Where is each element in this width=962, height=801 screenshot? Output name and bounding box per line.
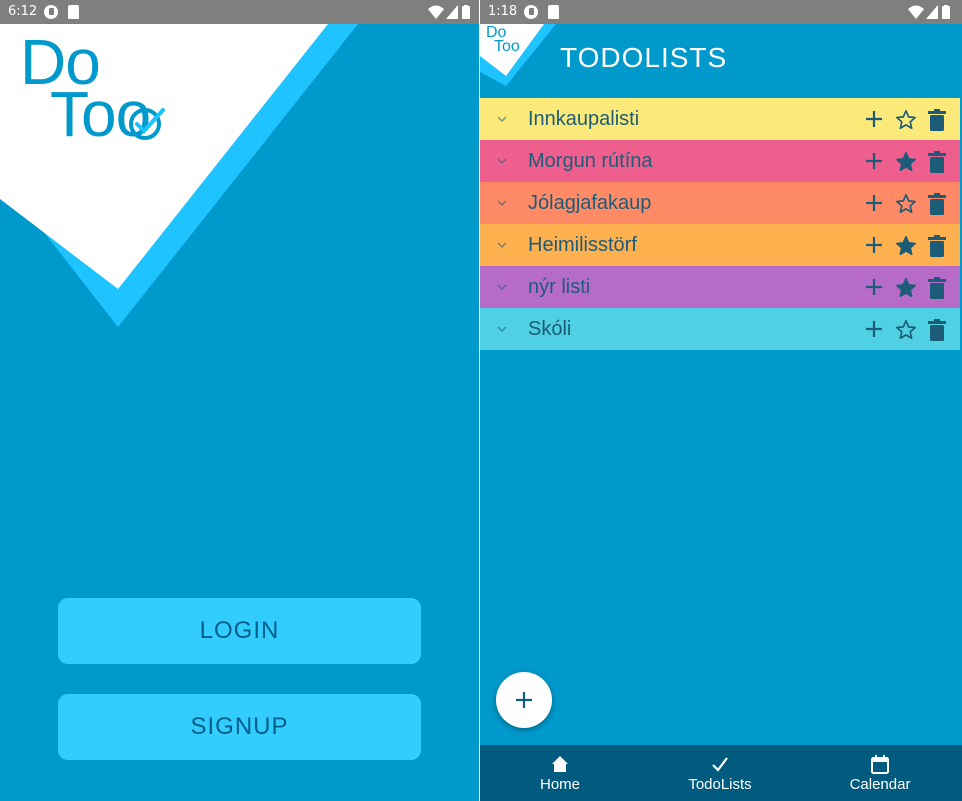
todo-list-name: Morgun rútína xyxy=(528,150,653,172)
nav-home[interactable]: Home xyxy=(480,745,640,801)
logo-check-icon xyxy=(129,108,165,140)
nav-calendar-label: Calendar xyxy=(849,776,911,793)
status-time: 1:18 xyxy=(488,4,518,19)
home-icon xyxy=(552,756,568,772)
app-header: Do Too TODOLISTS xyxy=(480,24,962,98)
add-item-icon[interactable] xyxy=(864,235,884,255)
todo-list-row[interactable]: Skóli xyxy=(480,308,960,350)
page-title: TODOLISTS xyxy=(560,42,728,73)
chevron-down-icon[interactable] xyxy=(492,235,512,255)
nav-calendar[interactable]: Calendar xyxy=(800,745,960,801)
todo-list-row[interactable]: nýr listi xyxy=(480,266,960,308)
trash-icon[interactable] xyxy=(928,319,946,341)
star-filled-icon[interactable] xyxy=(895,235,917,257)
plus-icon xyxy=(516,692,532,708)
battery-icon xyxy=(942,5,950,19)
chevron-down-icon[interactable] xyxy=(492,193,512,213)
login-button[interactable]: LOGIN xyxy=(58,598,421,664)
sd-card-icon xyxy=(68,5,79,19)
signal-icon xyxy=(446,5,458,19)
todo-list-row[interactable]: Morgun rútína xyxy=(480,140,960,182)
todo-list-name: Heimilisstörf xyxy=(528,234,637,256)
battery-icon xyxy=(462,5,470,19)
trash-icon[interactable] xyxy=(928,109,946,131)
notification-icon xyxy=(44,5,58,19)
login-screen: 6:12 Do Too LOGIN SIGNUP xyxy=(0,0,479,801)
bottom-nav: Home TodoLists Calendar xyxy=(480,745,962,801)
chevron-down-icon[interactable] xyxy=(492,151,512,171)
signal-icon xyxy=(926,5,938,19)
notification-icon xyxy=(524,5,538,19)
star-outline-icon[interactable] xyxy=(895,193,917,215)
todo-list: Innkaupalisti Morgun rútína Jólagjafakaup H… xyxy=(480,98,960,350)
signup-button[interactable]: SIGNUP xyxy=(58,694,421,760)
todo-list-row[interactable]: Heimilisstörf xyxy=(480,224,960,266)
mini-logo: Do Too xyxy=(486,25,520,55)
wifi-icon xyxy=(428,5,444,19)
todo-list-name: nýr listi xyxy=(528,276,591,298)
add-list-button[interactable] xyxy=(496,672,552,728)
sd-card-icon xyxy=(548,5,559,19)
todo-list-name: Skóli xyxy=(528,318,572,340)
star-outline-icon[interactable] xyxy=(895,319,917,341)
add-item-icon[interactable] xyxy=(864,193,884,213)
status-bar: 6:12 xyxy=(0,0,479,24)
chevron-down-icon[interactable] xyxy=(492,109,512,129)
add-item-icon[interactable] xyxy=(864,277,884,297)
nav-todolists[interactable]: TodoLists xyxy=(640,745,800,801)
todo-list-name: Innkaupalisti xyxy=(528,108,640,130)
trash-icon[interactable] xyxy=(928,151,946,173)
add-item-icon[interactable] xyxy=(864,319,884,339)
add-item-icon[interactable] xyxy=(864,151,884,171)
calendar-icon xyxy=(871,755,889,774)
trash-icon[interactable] xyxy=(928,193,946,215)
wifi-icon xyxy=(908,5,924,19)
nav-todolists-label: TodoLists xyxy=(688,776,752,793)
star-filled-icon[interactable] xyxy=(895,151,917,173)
add-item-icon[interactable] xyxy=(864,109,884,129)
trash-icon[interactable] xyxy=(928,235,946,257)
mini-logo-line-too: Too xyxy=(494,38,520,55)
check-icon xyxy=(712,757,728,772)
todo-list-name: Jólagjafakaup xyxy=(528,192,652,214)
nav-home-label: Home xyxy=(539,776,580,793)
chevron-down-icon[interactable] xyxy=(492,277,512,297)
trash-icon[interactable] xyxy=(928,277,946,299)
status-bar: 1:18 xyxy=(480,0,962,24)
todo-list-row[interactable]: Jólagjafakaup xyxy=(480,182,960,224)
todo-list-row[interactable]: Innkaupalisti xyxy=(480,98,960,140)
todolists-screen: 1:18 Do Too TODOLISTS Innkaupalisti Morgu… xyxy=(480,0,962,801)
chevron-down-icon[interactable] xyxy=(492,319,512,339)
star-outline-icon[interactable] xyxy=(895,109,917,131)
status-time: 6:12 xyxy=(8,4,38,19)
star-filled-icon[interactable] xyxy=(895,277,917,299)
